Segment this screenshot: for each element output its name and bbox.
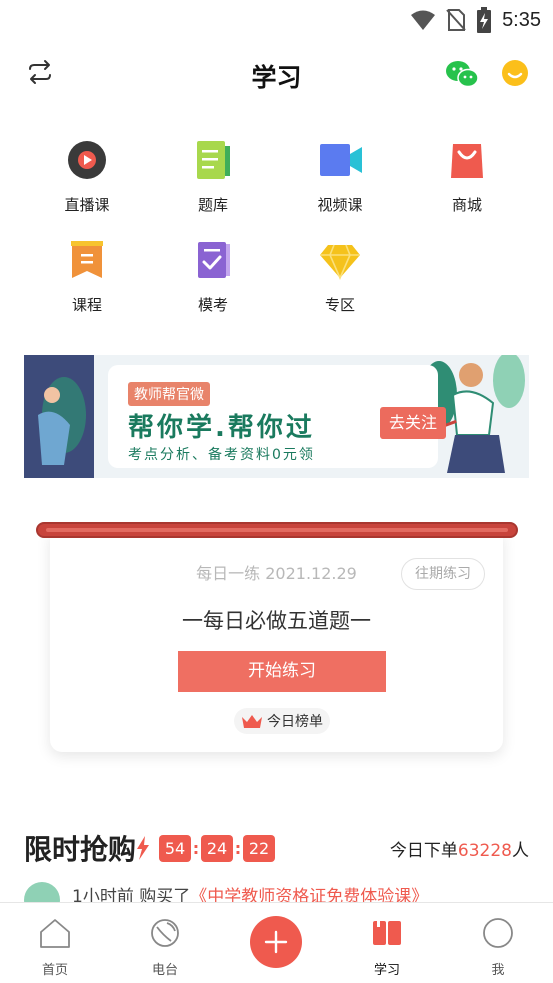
radio-dish-icon bbox=[151, 919, 179, 947]
chat-bubble-icon[interactable] bbox=[501, 59, 529, 87]
order-prefix: 今日下单 bbox=[389, 841, 458, 861]
status-bar: 5:35 bbox=[0, 0, 553, 40]
past-practice-button[interactable]: 往期练习 bbox=[401, 558, 485, 590]
banner-headline: 帮你学.帮你过 bbox=[128, 413, 315, 443]
scroll-rod-highlight bbox=[46, 528, 508, 532]
today-rank-button[interactable]: 今日榜单 bbox=[234, 708, 330, 734]
category-label: 专区 bbox=[324, 296, 355, 314]
status-icons: 5:35 bbox=[410, 6, 541, 34]
wechat-icon[interactable] bbox=[445, 60, 479, 88]
wifi-icon bbox=[411, 10, 436, 30]
tab-label: 电台 bbox=[151, 963, 178, 978]
tab-label: 我 bbox=[491, 963, 505, 978]
category-video-course[interactable]: 视频课 bbox=[290, 138, 390, 215]
tab-radio[interactable]: 电台 bbox=[125, 917, 205, 978]
countdown-separator: : bbox=[234, 839, 242, 858]
banner-tag: 教师帮官微 bbox=[128, 382, 210, 406]
category-label: 视频课 bbox=[317, 196, 363, 214]
countdown-separator: : bbox=[192, 839, 200, 858]
plus-icon bbox=[264, 930, 288, 954]
daily-title: 一每日必做五道题一 bbox=[182, 609, 371, 633]
tab-home[interactable]: 首页 bbox=[15, 917, 95, 978]
countdown-hours: 54 bbox=[159, 835, 191, 862]
order-suffix: 人 bbox=[512, 841, 529, 861]
countdown-minutes: 24 bbox=[201, 835, 233, 862]
category-special-zone[interactable]: 专区 bbox=[290, 238, 390, 315]
status-time: 5:35 bbox=[502, 8, 541, 31]
book-icon bbox=[373, 919, 401, 945]
lightning-icon bbox=[137, 836, 149, 860]
scroll-rod bbox=[36, 522, 518, 538]
banner-subtitle: 考点分析、备考资料0元领 bbox=[128, 447, 315, 463]
category-label: 题库 bbox=[197, 196, 228, 214]
category-question-bank[interactable]: 题库 bbox=[163, 138, 263, 215]
avatar bbox=[24, 882, 60, 904]
promo-banner[interactable]: 教师帮官微 帮你学.帮你过 考点分析、备考资料0元领 去关注 bbox=[24, 355, 529, 478]
diamond-icon bbox=[320, 244, 360, 281]
banner-illustration-left bbox=[24, 355, 94, 478]
add-button[interactable] bbox=[250, 916, 302, 968]
category-live-course[interactable]: 直播课 bbox=[37, 138, 137, 215]
start-practice-button[interactable]: 开始练习 bbox=[178, 651, 386, 692]
tab-study[interactable]: 学习 bbox=[347, 917, 427, 978]
countdown-timer: 54 : 24 : 22 bbox=[159, 835, 275, 862]
bottom-tab-bar: 首页 电台 学习 我 bbox=[0, 902, 553, 983]
profile-circle-icon bbox=[483, 918, 513, 948]
home-icon bbox=[40, 919, 70, 948]
countdown-seconds: 22 bbox=[243, 835, 275, 862]
follow-button[interactable]: 去关注 bbox=[380, 407, 446, 439]
battery-charging-icon bbox=[477, 7, 492, 33]
category-label: 商城 bbox=[451, 196, 482, 214]
flash-sale-title-text: 限时抢购 bbox=[24, 833, 137, 866]
flash-sale-title: 限时抢购 bbox=[24, 828, 136, 868]
crown-icon bbox=[242, 715, 262, 728]
category-mall[interactable]: 商城 bbox=[417, 138, 517, 215]
shopping-bag-icon bbox=[451, 144, 483, 178]
category-course[interactable]: 课程 bbox=[37, 238, 137, 315]
purchase-ticker[interactable]: 1小时前 购买了《中学教师资格证免费体验课》 bbox=[24, 882, 529, 904]
tab-me[interactable]: 我 bbox=[458, 917, 538, 978]
tab-label: 学习 bbox=[373, 963, 400, 978]
category-mock-exam[interactable]: 模考 bbox=[163, 238, 263, 315]
order-count: 63228 bbox=[457, 841, 512, 861]
header: 学习 bbox=[0, 50, 553, 98]
category-label: 模考 bbox=[197, 296, 228, 314]
category-label: 课程 bbox=[71, 296, 102, 314]
video-camera-icon bbox=[320, 144, 362, 176]
question-bank-icon bbox=[197, 141, 230, 179]
no-sim-icon bbox=[446, 9, 466, 31]
rank-label: 今日榜单 bbox=[267, 714, 323, 730]
tab-label: 首页 bbox=[41, 963, 68, 978]
mock-exam-icon bbox=[198, 242, 230, 278]
today-orders: 今日下单63228人 bbox=[390, 836, 529, 861]
course-bookmark-icon bbox=[71, 241, 103, 278]
category-label: 直播课 bbox=[64, 196, 110, 214]
daily-practice-card: 每日一练 2021.12.29 往期练习 一每日必做五道题一 开始练习 今日榜单 bbox=[50, 532, 503, 752]
live-play-icon bbox=[68, 141, 106, 179]
